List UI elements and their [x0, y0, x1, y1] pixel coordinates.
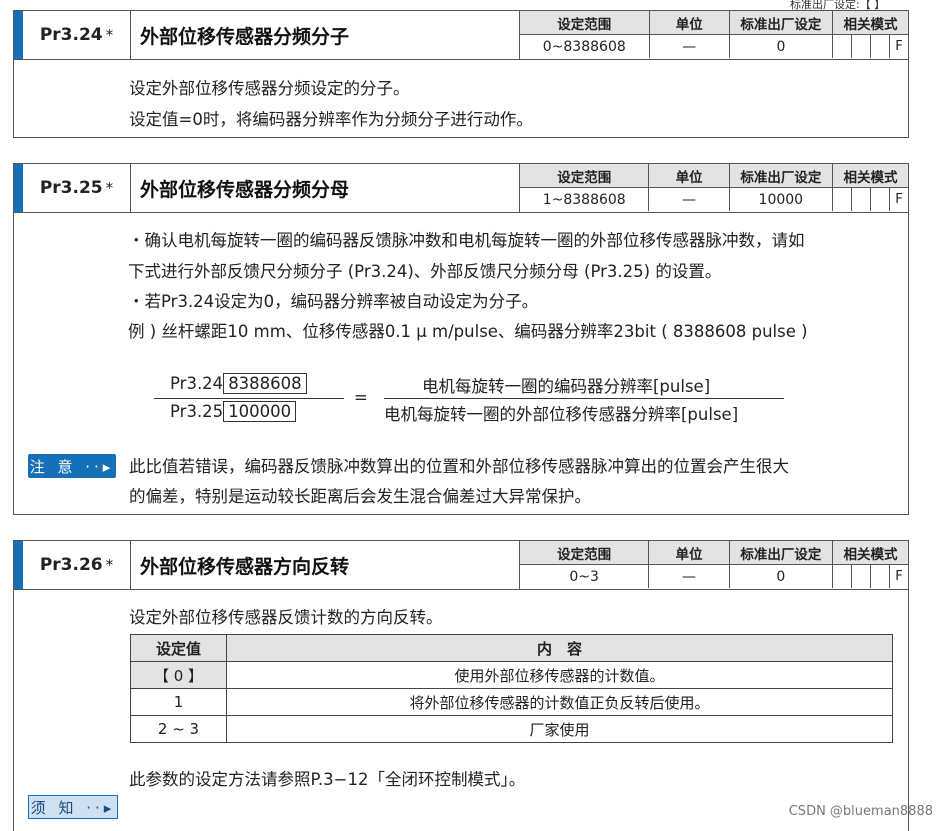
fraction-bar-right [384, 398, 784, 399]
formula-num-label: Pr3.24 [170, 374, 224, 393]
param-header: Pr3.25 * 外部位移传感器分频分母 设定范围 单位 标准出厂设定 相关模式 … [14, 164, 908, 213]
default-value: 10000 [729, 187, 833, 211]
range-header: 设定范围 [520, 11, 650, 35]
unit-header: 单位 [648, 164, 730, 188]
param-code: Pr3.25 * [23, 164, 131, 212]
mode-value: F [832, 187, 908, 211]
param-star: * [105, 179, 114, 197]
param-title: 外部位移传感器方向反转 [140, 555, 350, 578]
accent-bar [14, 11, 23, 59]
mode-header: 相关模式 [832, 164, 908, 188]
param-star: * [105, 26, 114, 44]
param-code-text: Pr3.24 [39, 25, 103, 45]
desc-line: ・确认电机每旋转一圈的编码器反馈脉冲数和电机每旋转一圈的外部位移传感器脉冲数，请… [128, 231, 805, 250]
note-tag: 须 知 ··▸ [28, 795, 118, 819]
param-meta: 设定范围 单位 标准出厂设定 相关模式 1~8388608 — 10000 F [519, 164, 908, 212]
param-header: Pr3.26 * 外部位移传感器方向反转 设定范围 单位 标准出厂设定 相关模式 … [14, 541, 908, 590]
formula-rhs-denominator: 电机每旋转一圈的外部位移传感器分辨率[pulse] [384, 405, 739, 424]
mode-letter: F [895, 569, 903, 584]
param-header: Pr3.24 * 外部位移传感器分频分子 设定范围 单位 标准出厂设定 相关模式 … [14, 11, 908, 60]
note-tag: 注 意 ··▸ [28, 454, 116, 478]
param-title: 外部位移传感器分频分子 [140, 25, 350, 48]
table-cell: 1 [130, 688, 227, 716]
fraction-bar-left [154, 398, 344, 399]
mode-value: F [832, 564, 908, 588]
formula-rhs-numerator: 电机每旋转一圈的编码器分辨率[pulse] [422, 377, 711, 396]
unit-value: — [648, 187, 730, 211]
range-value: 0~3 [520, 564, 650, 588]
desc-line: 下式进行外部反馈尺分频分子 (Pr3.24)、外部反馈尺分频分母 (Pr3.25… [128, 262, 722, 281]
default-value: 0 [729, 34, 833, 58]
formula-equals: = [354, 388, 368, 407]
accent-bar [14, 164, 23, 212]
reference-line: 此参数的设定方法请参照P.3−12「全闭环控制模式」。 [129, 770, 526, 789]
table-cell: 厂家使用 [226, 715, 893, 743]
param-meta: 设定范围 单位 标准出厂设定 相关模式 0~8388608 — 0 F [519, 11, 908, 59]
range-header: 设定范围 [520, 164, 650, 188]
desc-line: 设定值=0时，将编码器分辨率作为分频分子进行动作。 [129, 110, 533, 129]
param-code-text: Pr3.25 [39, 178, 103, 198]
param-code: Pr3.24 * [23, 11, 131, 59]
formula-num-value: 8388608 [223, 373, 307, 394]
range-value: 1~8388608 [520, 187, 650, 211]
table-header: 设定值 [130, 634, 227, 662]
param-block-pr3-25: Pr3.25 * 外部位移传感器分频分母 设定范围 单位 标准出厂设定 相关模式 … [13, 163, 909, 515]
param-star: * [105, 556, 114, 574]
desc-line: ・若Pr3.24设定为0，编码器分辨率被自动设定为分子。 [128, 292, 539, 311]
setting-value-table: 设定值 内 容 【 0 】 使用外部位移传感器的计数值。 1 将外部位移传感器的… [130, 634, 893, 743]
param-block-pr3-24: Pr3.24 * 外部位移传感器分频分子 设定范围 单位 标准出厂设定 相关模式 … [13, 10, 909, 138]
param-code-text: Pr3.26 [39, 555, 103, 575]
unit-value: — [649, 34, 730, 58]
formula-denominator: Pr3.25 100000 [170, 401, 297, 422]
param-meta: 设定范围 单位 标准出厂设定 相关模式 0~3 — 0 F [519, 541, 908, 589]
table-cell: 2 ~ 3 [130, 715, 227, 743]
param-title: 外部位移传感器分频分母 [140, 178, 350, 201]
table-row: 1 将外部位移传感器的计数值正负反转后使用。 [130, 688, 893, 716]
formula-den-label: Pr3.25 [170, 402, 224, 421]
note-line: 的偏差，特别是运动较长距离后会发生混合偏差过大异常保护。 [129, 487, 591, 506]
desc-line: 设定外部位移传感器分频设定的分子。 [129, 79, 410, 98]
unit-header: 单位 [648, 541, 730, 565]
default-header: 标准出厂设定 [729, 541, 833, 565]
table-cell: 使用外部位移传感器的计数值。 [226, 661, 893, 689]
desc-line: 例 ) 丝杆螺距10 mm、位移传感器0.1 μ m/pulse、编码器分辨率2… [128, 322, 808, 341]
table-cell: 将外部位移传感器的计数值正负反转后使用。 [226, 688, 893, 716]
mode-value: F [832, 34, 908, 58]
table-row: 【 0 】 使用外部位移传感器的计数值。 [130, 661, 893, 689]
unit-value: — [648, 564, 730, 588]
table-header: 内 容 [226, 634, 893, 662]
default-header: 标准出厂设定 [729, 164, 833, 188]
unit-header: 单位 [649, 11, 730, 35]
desc-line: 设定外部位移传感器反馈计数的方向反转。 [129, 608, 443, 627]
note-line: 此比值若错误，编码器反馈脉冲数算出的位置和外部位移传感器脉冲算出的位置会产生很大 [129, 457, 789, 476]
param-block-pr3-26: Pr3.26 * 外部位移传感器方向反转 设定范围 单位 标准出厂设定 相关模式 … [13, 540, 909, 831]
mode-letter: F [895, 39, 903, 54]
table-cell: 【 0 】 [130, 661, 227, 689]
default-header: 标准出厂设定 [729, 11, 833, 35]
table-row: 2 ~ 3 厂家使用 [130, 715, 893, 743]
range-value: 0~8388608 [520, 34, 650, 58]
formula-den-value: 100000 [223, 401, 297, 422]
range-header: 设定范围 [520, 541, 650, 565]
watermark: CSDN @blueman8888 [788, 804, 933, 819]
default-value: 0 [729, 564, 833, 588]
formula-numerator: Pr3.24 8388608 [170, 373, 307, 394]
mode-header: 相关模式 [832, 541, 908, 565]
param-code: Pr3.26 * [23, 541, 131, 589]
mode-header: 相关模式 [832, 11, 908, 35]
accent-bar [14, 541, 23, 589]
mode-letter: F [895, 192, 903, 207]
